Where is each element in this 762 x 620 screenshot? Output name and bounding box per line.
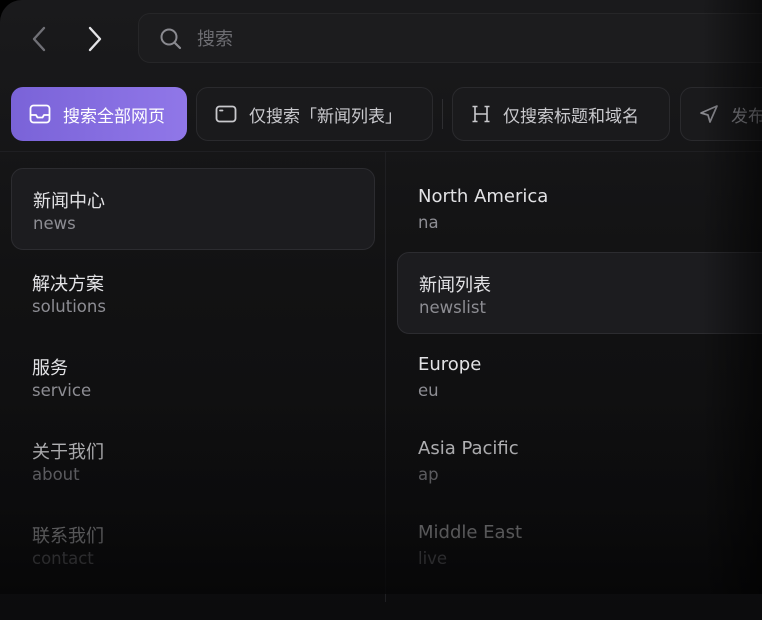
item-title: 关于我们 bbox=[32, 442, 104, 463]
scope-chip-label: 发布 bbox=[731, 106, 762, 127]
send-icon bbox=[699, 104, 719, 124]
list-item[interactable]: 解决方案 solutions bbox=[11, 252, 375, 334]
item-slug: about bbox=[32, 465, 80, 484]
chip-divider bbox=[442, 99, 443, 129]
list-item[interactable]: 服务 service bbox=[11, 336, 375, 418]
search-icon bbox=[159, 27, 183, 55]
item-title: Europe bbox=[418, 354, 482, 375]
chevron-right-icon bbox=[88, 26, 102, 52]
list-item[interactable]: 新闻中心 news bbox=[11, 168, 375, 250]
item-slug: newslist bbox=[419, 298, 486, 317]
item-slug: solutions bbox=[32, 297, 106, 316]
item-title: North America bbox=[418, 186, 549, 207]
column-divider bbox=[385, 152, 386, 602]
item-title: 新闻中心 bbox=[33, 191, 105, 212]
heading-icon bbox=[471, 104, 491, 124]
item-title: 服务 bbox=[32, 358, 68, 379]
item-title: 联系我们 bbox=[32, 526, 104, 547]
scope-chip-publish[interactable]: 发布 bbox=[680, 87, 762, 141]
item-slug: contact bbox=[32, 549, 94, 568]
list-item[interactable]: Middle East live bbox=[397, 504, 762, 586]
inbox-icon bbox=[29, 104, 51, 124]
item-title: 新闻列表 bbox=[419, 275, 491, 296]
item-slug: ap bbox=[418, 465, 439, 484]
search-panel: 搜索全部网页 仅搜索「新闻列表」 仅搜索标题和域名 发布 bbox=[0, 0, 762, 620]
scope-chip-title-domain[interactable]: 仅搜索标题和域名 bbox=[452, 87, 670, 141]
search-bar[interactable] bbox=[138, 13, 762, 64]
forward-button[interactable] bbox=[80, 24, 110, 54]
item-slug: live bbox=[418, 549, 448, 568]
window-icon bbox=[215, 105, 237, 123]
search-input[interactable] bbox=[195, 14, 759, 64]
back-button[interactable] bbox=[24, 24, 54, 54]
list-item[interactable]: North America na bbox=[397, 168, 762, 250]
list-item[interactable]: Europe eu bbox=[397, 336, 762, 418]
item-slug: eu bbox=[418, 381, 439, 400]
scope-chip-label: 搜索全部网页 bbox=[63, 106, 165, 127]
item-slug: service bbox=[32, 381, 92, 400]
item-title: Middle East bbox=[418, 522, 523, 543]
scope-chip-newslist[interactable]: 仅搜索「新闻列表」 bbox=[196, 87, 433, 141]
list-item[interactable]: 新闻列表 newslist bbox=[397, 252, 762, 334]
list-item[interactable]: 关于我们 about bbox=[11, 420, 375, 502]
toolbar-divider bbox=[0, 151, 762, 152]
item-slug: news bbox=[33, 214, 76, 233]
item-title: Asia Pacific bbox=[418, 438, 519, 459]
scope-chip-label: 仅搜索「新闻列表」 bbox=[249, 106, 402, 127]
scope-chip-label: 仅搜索标题和域名 bbox=[503, 106, 639, 127]
item-slug: na bbox=[418, 213, 439, 232]
list-item[interactable]: 联系我们 contact bbox=[11, 504, 375, 586]
item-title: 解决方案 bbox=[32, 274, 104, 295]
scope-chip-all-pages[interactable]: 搜索全部网页 bbox=[11, 87, 187, 141]
list-item[interactable]: Asia Pacific ap bbox=[397, 420, 762, 502]
chevron-left-icon bbox=[32, 26, 46, 52]
